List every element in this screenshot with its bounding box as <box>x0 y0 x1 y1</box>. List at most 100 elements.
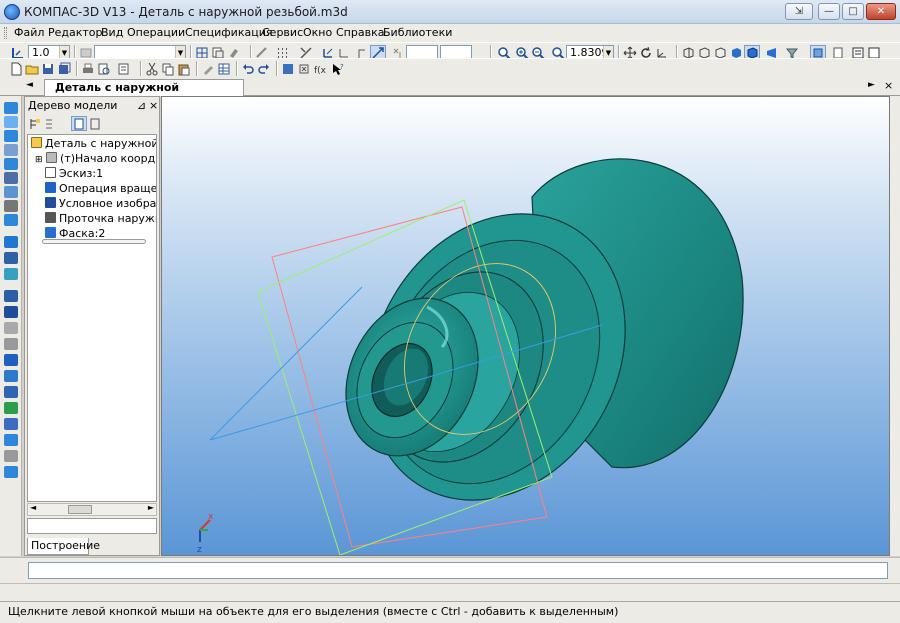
expand-icon[interactable]: ⊞ <box>35 155 43 165</box>
copy-icon[interactable] <box>160 61 176 76</box>
menu-editor[interactable]: Редактор <box>48 26 103 39</box>
tab-scroll-left-icon[interactable]: ◄ <box>26 80 33 90</box>
measure-tool-icon[interactable] <box>4 186 18 198</box>
scroll-left-icon[interactable]: ◄ <box>30 503 36 512</box>
sketch-icon <box>45 167 56 178</box>
spec-icon[interactable] <box>4 200 18 212</box>
menu-bar: Файл Редактор Вид Операции Спецификация … <box>0 24 900 42</box>
paste-icon[interactable] <box>176 61 192 76</box>
print-preview-icon[interactable] <box>96 61 112 76</box>
maximize-button[interactable]: □ <box>842 3 864 20</box>
model-tree-panel: Дерево модели ⊿ × Деталь с наружной рез … <box>24 96 160 556</box>
tree-item-revolve[interactable]: Операция вращени <box>45 181 156 196</box>
extrude-icon[interactable] <box>4 236 18 248</box>
tree-item-origin[interactable]: ⊞ (т)Начало координа <box>35 151 156 166</box>
tree-details-icon[interactable] <box>87 116 103 131</box>
thread-tool-icon[interactable] <box>4 402 18 414</box>
minimize-button[interactable]: — <box>818 3 840 20</box>
tree-structure-icon[interactable] <box>71 116 87 131</box>
menu-service[interactable]: Сервис <box>262 26 303 39</box>
special-control-bar <box>0 583 900 601</box>
origin-icon <box>46 152 58 163</box>
scrollbar-thumb[interactable] <box>68 505 92 514</box>
aux-geometry-icon[interactable] <box>4 172 18 184</box>
menu-window[interactable]: Окно <box>303 26 332 39</box>
scroll-right-icon[interactable]: ► <box>148 503 154 512</box>
tab-close-icon[interactable]: × <box>884 79 893 92</box>
tab-document[interactable]: Деталь с наружной резьбой.m3d <box>44 79 244 109</box>
svg-text:?: ? <box>340 63 344 71</box>
tree-inner-scrollbar[interactable] <box>42 239 146 244</box>
help-pointer-icon[interactable]: ? <box>330 61 346 76</box>
function-icon[interactable]: f(x) <box>312 61 328 76</box>
rib-icon[interactable] <box>4 386 18 398</box>
tree-horizontal-scrollbar[interactable]: ◄ ► <box>27 503 157 516</box>
model-tree-toolbar <box>25 115 159 133</box>
open-file-icon[interactable] <box>24 61 40 76</box>
command-field[interactable] <box>28 562 888 579</box>
menu-specification[interactable]: Спецификация <box>185 26 272 39</box>
document-tab-bar: ◄ Деталь с наружной резьбой.m3d ► × <box>0 78 900 109</box>
undo-icon[interactable] <box>240 61 256 76</box>
sketch-tool-icon[interactable] <box>4 116 18 128</box>
toolbar-row-2: f(x) ? <box>0 58 900 78</box>
pin-icon[interactable]: ⊿ <box>137 97 146 114</box>
pattern-icon[interactable] <box>4 434 18 446</box>
new-file-icon[interactable] <box>8 61 24 76</box>
close-icon[interactable]: × <box>149 97 158 114</box>
tree-filter-icon[interactable] <box>43 116 59 131</box>
axis-x-label: x <box>208 512 214 522</box>
tab-build[interactable]: Построение <box>27 538 100 555</box>
tree-item-thread[interactable]: Условное изображе <box>45 196 156 211</box>
menu-operations[interactable]: Операции <box>127 26 185 39</box>
dimensions-icon[interactable] <box>4 144 18 156</box>
axis-z-label: z <box>197 545 202 555</box>
surface-icon[interactable] <box>4 466 18 478</box>
window-title: КОМПАС-3D V13 - Деталь с наружной резьбо… <box>24 5 348 19</box>
menu-help[interactable]: Справка <box>336 26 384 39</box>
model-tree-list: Деталь с наружной рез ⊞ (т)Начало коорди… <box>27 134 157 502</box>
split-icon[interactable] <box>4 450 18 462</box>
model-tree-header: Дерево модели ⊿ × <box>25 97 159 114</box>
revolve-tool-icon[interactable] <box>4 252 18 264</box>
chamfer-tool-icon[interactable] <box>4 370 18 382</box>
save-icon[interactable] <box>40 61 56 76</box>
model-viewport[interactable]: x z <box>161 96 890 556</box>
report-icon[interactable] <box>4 214 18 226</box>
fillet-icon[interactable] <box>4 354 18 366</box>
chamfer-icon <box>45 227 56 238</box>
print-icon[interactable] <box>80 61 96 76</box>
mirror-icon[interactable] <box>4 418 18 430</box>
array-icon[interactable] <box>4 158 18 170</box>
cut-icon[interactable] <box>144 61 160 76</box>
tab-scroll-right-icon[interactable]: ► <box>868 80 875 90</box>
redo-icon[interactable] <box>256 61 272 76</box>
format-painter-icon[interactable] <box>200 61 216 76</box>
loft-icon[interactable] <box>4 268 18 280</box>
restore-small-icon[interactable]: ⇲ <box>785 3 813 20</box>
cut-revolve-icon[interactable] <box>4 306 18 318</box>
library-manager-icon[interactable] <box>280 61 296 76</box>
tree-item-sketch[interactable]: Эскиз:1 <box>45 166 103 181</box>
tree-item-groove[interactable]: Проточка наружная <box>45 211 156 226</box>
menu-libraries[interactable]: Библиотеки <box>383 26 452 39</box>
edit-details-icon[interactable] <box>4 102 18 114</box>
geometry-icon[interactable] <box>4 130 18 142</box>
cut-extrude-icon[interactable] <box>4 290 18 302</box>
document-manager-icon[interactable] <box>116 61 132 76</box>
variables-icon[interactable] <box>296 61 312 76</box>
hole-icon[interactable] <box>4 322 18 334</box>
shell-icon[interactable] <box>4 338 18 350</box>
status-bar: Щелкните левой кнопкой мыши на объекте д… <box>0 601 900 623</box>
menu-file[interactable]: Файл <box>14 26 44 39</box>
spreadsheet-icon[interactable] <box>216 61 232 76</box>
tree-order-icon[interactable] <box>27 116 43 131</box>
thread-icon <box>45 197 56 208</box>
tree-item-part[interactable]: Деталь с наружной рез <box>31 136 156 151</box>
save-all-icon[interactable] <box>56 61 72 76</box>
tree-lower-pane <box>27 518 157 534</box>
close-button[interactable]: ✕ <box>866 3 896 20</box>
menu-view[interactable]: Вид <box>101 26 123 39</box>
part-3d-view[interactable]: x z <box>162 97 890 556</box>
svg-text:f(x): f(x) <box>314 66 327 76</box>
